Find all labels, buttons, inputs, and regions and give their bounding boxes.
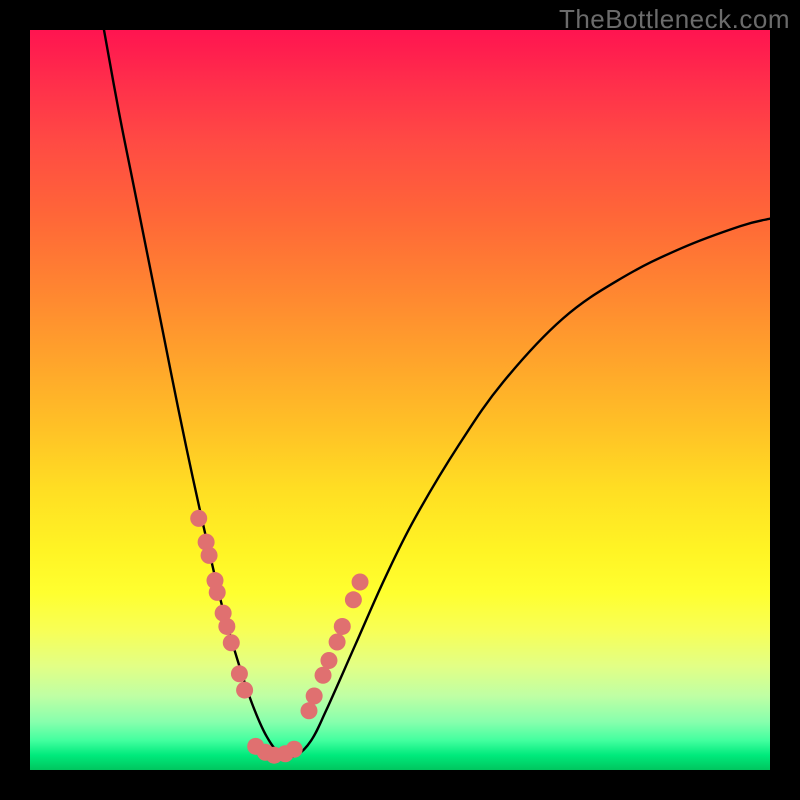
background-gradient bbox=[30, 30, 770, 770]
watermark-text: TheBottleneck.com bbox=[559, 4, 790, 35]
chart-frame: TheBottleneck.com bbox=[0, 0, 800, 800]
plot-area bbox=[30, 30, 770, 770]
